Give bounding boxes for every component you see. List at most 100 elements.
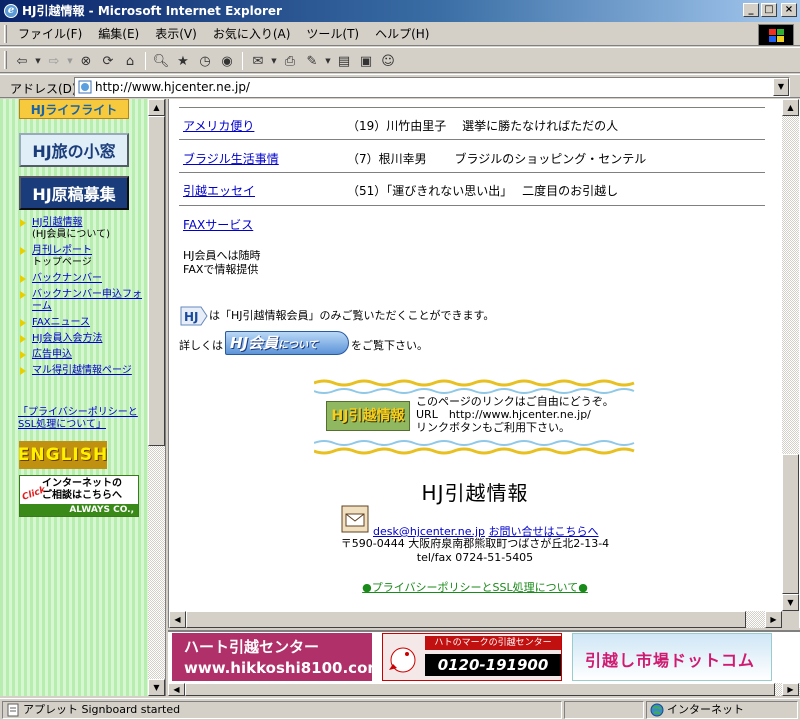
sidebar-item-label[interactable]: HJ会員入会方法	[32, 333, 102, 344]
toolbar: ⇦ ▼ ⇨ ▼ ⊗ ⟳ ⌂ 🔍︎ ★ ◷ ◉ ✉ ▼ ⎙ ✎ ▼ ▤ ▣ ☺	[0, 47, 800, 73]
scroll-left-icon[interactable]: ◀	[169, 611, 186, 628]
menu-favorites[interactable]: お気に入り(A)	[205, 26, 299, 43]
divider	[179, 139, 765, 141]
refresh-icon[interactable]: ⟳	[98, 51, 118, 71]
close-button[interactable]: ×	[781, 3, 797, 17]
always-banner[interactable]: Click インターネットの ご相談はこちらへ ALWAYS CO.,	[19, 475, 139, 517]
mail-dropdown-icon[interactable]: ▼	[270, 51, 278, 71]
address-bar: アドレス(D) http://www.hjcenter.ne.jp/ ▼	[0, 74, 800, 98]
mail-icon[interactable]	[341, 505, 369, 533]
sidebar-item-label[interactable]: バックナンバー	[32, 273, 102, 284]
link-essay[interactable]: 引越エッセイ	[183, 184, 255, 198]
back-icon[interactable]: ⇦	[12, 51, 32, 71]
address-dropdown-icon[interactable]: ▼	[773, 78, 789, 96]
wave-decoration	[314, 447, 635, 455]
status-bar: アプレット Signboard started インターネット	[0, 698, 800, 720]
scroll-thumb[interactable]	[148, 116, 165, 446]
sidebar-item-hj-info[interactable]: HJ引越情報 (HJ会員について)	[18, 217, 146, 241]
address-input[interactable]: http://www.hjcenter.ne.jp/ ▼	[74, 77, 790, 97]
scroll-up-icon[interactable]: ▲	[782, 99, 799, 116]
sidebar-item-backnumber[interactable]: バックナンバー	[18, 273, 146, 285]
sidebar-privacy-link[interactable]: 「プライバシーポリシーとSSL処理について」	[18, 407, 146, 431]
sidebar-item-fax-news[interactable]: FAXニュース	[18, 317, 146, 329]
print-icon[interactable]: ⎙	[280, 51, 300, 71]
sidebar-item-ad-application[interactable]: 広告申込	[18, 349, 146, 361]
menu-view[interactable]: 表示(V)	[147, 26, 205, 43]
ad-heart-moving[interactable]: ハート引越センター www.hikkoshi8100.com	[172, 633, 372, 681]
edit-dropdown-icon[interactable]: ▼	[324, 51, 332, 71]
minimize-button[interactable]: _	[743, 3, 759, 17]
sidebar-item-label[interactable]: 広告申込	[32, 349, 72, 360]
menu-edit[interactable]: 編集(E)	[90, 26, 147, 43]
messenger-icon[interactable]: ☺	[378, 51, 398, 71]
scroll-right-icon[interactable]: ▶	[765, 611, 782, 628]
history-icon[interactable]: ◷	[195, 51, 215, 71]
ad-hikkoshi-ichiba[interactable]: 引越し市場ドットコム	[572, 633, 772, 681]
sidebar-item-deals[interactable]: マル得引越情報ページ	[18, 365, 146, 377]
link-fax-service[interactable]: FAXサービス	[183, 218, 253, 232]
sidebar-item-backnumber-form[interactable]: バックナンバー申込フォーム	[18, 289, 146, 313]
favorites-icon[interactable]: ★	[173, 51, 193, 71]
menu-bar: ファイル(F) 編集(E) 表示(V) お気に入り(A) ツール(T) ヘルプ(…	[0, 22, 800, 46]
link-america[interactable]: アメリカ便り	[183, 119, 254, 133]
maximize-button[interactable]: □	[761, 3, 777, 17]
banner-lifelight[interactable]: HJライフライト	[19, 99, 129, 119]
forward-dropdown-icon[interactable]: ▼	[66, 51, 74, 71]
hj-link-logo[interactable]: HJ引越情報	[326, 401, 410, 431]
media-icon[interactable]: ◉	[217, 51, 237, 71]
banner-tabi[interactable]: HJ旅の小窓	[19, 133, 129, 167]
sidebar-item-label[interactable]: バックナンバー申込フォーム	[32, 289, 142, 312]
discuss-icon[interactable]: ▤	[334, 51, 354, 71]
main-vertical-scrollbar[interactable]: ▲ ▼	[782, 99, 799, 611]
banner-genko[interactable]: HJ原稿募集	[19, 176, 129, 210]
privacy-bottom[interactable]: ●プライバシーポリシーとSSL処理について●	[169, 579, 781, 595]
scroll-thumb[interactable]	[782, 454, 799, 594]
toolbar-separator	[145, 52, 146, 70]
sidebar-privacy-label[interactable]: 「プライバシーポリシーとSSL処理について」	[18, 407, 138, 430]
scroll-up-icon[interactable]: ▲	[148, 99, 165, 116]
left-scrollbar[interactable]: ▲ ▼	[148, 99, 165, 696]
menu-tools[interactable]: ツール(T)	[298, 26, 367, 43]
menu-help[interactable]: ヘルプ(H)	[367, 26, 437, 43]
row-link[interactable]: アメリカ便り	[183, 118, 254, 134]
svg-text:HJ: HJ	[184, 310, 199, 324]
scroll-left-icon[interactable]: ◀	[168, 683, 185, 696]
stop-icon[interactable]: ⊗	[76, 51, 96, 71]
scroll-thumb[interactable]	[186, 611, 746, 628]
sidebar-item-label[interactable]: マル得引越情報ページ	[32, 365, 132, 376]
link-brazil[interactable]: ブラジル生活事情	[183, 152, 279, 166]
link-box: HJ引越情報 このページのリンクはご自由にどうぞ。 URL http://www…	[314, 379, 636, 455]
arrow-icon	[20, 351, 26, 359]
back-dropdown-icon[interactable]: ▼	[34, 51, 42, 71]
menu-file[interactable]: ファイル(F)	[10, 26, 90, 43]
forward-icon[interactable]: ⇨	[44, 51, 64, 71]
main-horizontal-scrollbar[interactable]: ◀ ▶	[169, 611, 782, 628]
search-icon[interactable]: 🔍︎	[151, 51, 171, 71]
scroll-down-icon[interactable]: ▼	[148, 679, 165, 696]
ads-horizontal-scrollbar[interactable]: ◀ ▶	[168, 683, 800, 696]
scroll-thumb[interactable]	[185, 683, 775, 696]
sidebar-item-monthly-report[interactable]: 月刊レポート トップページ	[18, 245, 146, 269]
page-title: HJ引越情報	[421, 481, 529, 505]
ad-hato-moving[interactable]: ハトのマークの引越センター 0120-191900	[382, 633, 562, 681]
row-link[interactable]: 引越エッセイ	[183, 183, 255, 199]
row-link[interactable]: ブラジル生活事情	[183, 151, 279, 167]
wave-decoration	[314, 440, 635, 446]
ie-icon: e	[4, 4, 18, 18]
edit-icon[interactable]: ✎	[302, 51, 322, 71]
mail-icon[interactable]: ✉	[248, 51, 268, 71]
scroll-down-icon[interactable]: ▼	[782, 594, 799, 611]
research-icon[interactable]: ▣	[356, 51, 376, 71]
sidebar-item-membership[interactable]: HJ会員入会方法	[18, 333, 146, 345]
toolbar-separator	[242, 52, 243, 70]
english-banner[interactable]: ENGLISH	[18, 441, 107, 469]
row-link[interactable]: FAXサービス	[183, 217, 253, 233]
sidebar-item-label[interactable]: 月刊レポート	[32, 245, 92, 256]
privacy-bottom-link[interactable]: ●プライバシーポリシーとSSL処理について●	[362, 581, 588, 594]
home-icon[interactable]: ⌂	[120, 51, 140, 71]
sidebar-item-label[interactable]: HJ引越情報	[32, 217, 82, 228]
hj-member-button[interactable]: HJ会員について	[225, 331, 349, 355]
scroll-right-icon[interactable]: ▶	[782, 683, 799, 696]
ads-frame: ハート引越センター www.hikkoshi8100.com ハトのマークの引越…	[168, 630, 800, 696]
sidebar-item-label[interactable]: FAXニュース	[32, 317, 90, 328]
